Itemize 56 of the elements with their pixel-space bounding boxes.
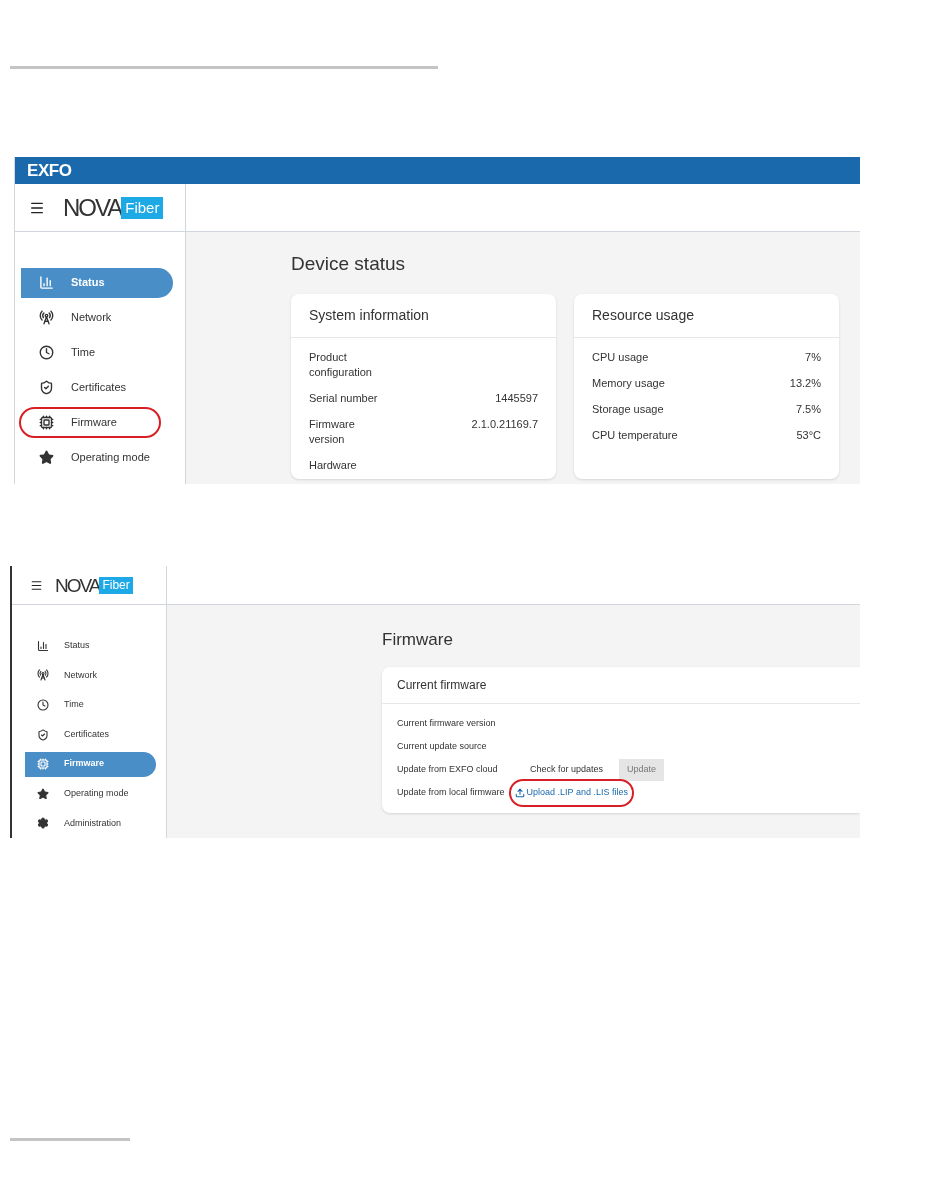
bar-chart-icon <box>37 639 49 652</box>
star-icon <box>37 787 49 800</box>
brand-name: EXFO <box>27 159 72 182</box>
row-value: 7.5% <box>795 401 821 417</box>
row-label: CPU temperature <box>592 427 678 443</box>
nav-item[interactable]: Firmware <box>25 751 156 777</box>
nav-item[interactable]: Certificates <box>25 722 156 747</box>
row-label: Current firmware version <box>397 717 496 731</box>
star-icon <box>39 450 54 465</box>
shield-check-icon <box>37 728 49 741</box>
menu-icon[interactable] <box>30 578 43 592</box>
row-value: 13.2% <box>789 375 821 391</box>
row-label: Serial number <box>309 390 379 406</box>
antenna-icon <box>37 669 49 682</box>
upload-icon <box>514 788 525 798</box>
nav-item[interactable]: Operating mode <box>21 442 173 473</box>
card-title: Current firmware <box>382 666 860 704</box>
nav-item[interactable]: Firmware <box>21 407 173 438</box>
page-title: Device status <box>291 252 407 276</box>
shield-check-icon <box>39 380 54 395</box>
settings-icon <box>37 817 49 830</box>
upload-link[interactable]: Upload .LIP and .LIS files <box>510 786 632 800</box>
row-label: Storage usage <box>592 401 664 417</box>
nav-item[interactable]: Certificates <box>21 372 173 403</box>
page-title: Firmware <box>382 629 454 651</box>
nav-item[interactable]: Time <box>21 337 173 368</box>
card-title: System information <box>291 293 556 338</box>
nav-item[interactable]: Network <box>21 302 173 333</box>
nav-item[interactable]: Operating mode <box>25 781 156 807</box>
nova-fiber-logo: NOVA Fiber <box>63 195 164 220</box>
bar-chart-icon <box>39 275 54 290</box>
row-value: 1445597 <box>495 390 538 406</box>
row-label: CPU usage <box>592 349 649 365</box>
row-label: Firmware version <box>309 416 356 447</box>
row-value: 2.1.0.21169.7 <box>471 416 538 432</box>
nav-item[interactable]: Administration <box>25 810 156 836</box>
row-label: Memory usage <box>592 375 665 391</box>
chip-icon <box>37 758 49 771</box>
nav-item[interactable]: Status <box>21 267 173 298</box>
row-label: Update from EXFO cloud <box>397 763 499 777</box>
antenna-icon <box>39 310 54 325</box>
row-value: 7% <box>805 349 821 365</box>
nav-item[interactable]: Network <box>25 662 156 688</box>
check-updates-button[interactable]: Check for updates <box>526 759 608 781</box>
clock-icon <box>37 698 49 711</box>
row-value: 53°C <box>796 427 821 443</box>
card-title: Resource usage <box>574 293 839 338</box>
nova-fiber-logo: NOVA Fiber <box>55 575 133 595</box>
row-label: Product configuration <box>309 349 373 380</box>
row-label: Current update source <box>397 740 487 754</box>
nav-item[interactable]: Status <box>25 633 156 659</box>
chip-icon <box>39 415 54 430</box>
row-label: Update from local firmware <box>397 786 505 800</box>
nav-item[interactable]: Time <box>25 692 156 718</box>
clock-icon <box>39 345 54 360</box>
row-label: Hardware <box>309 457 358 473</box>
